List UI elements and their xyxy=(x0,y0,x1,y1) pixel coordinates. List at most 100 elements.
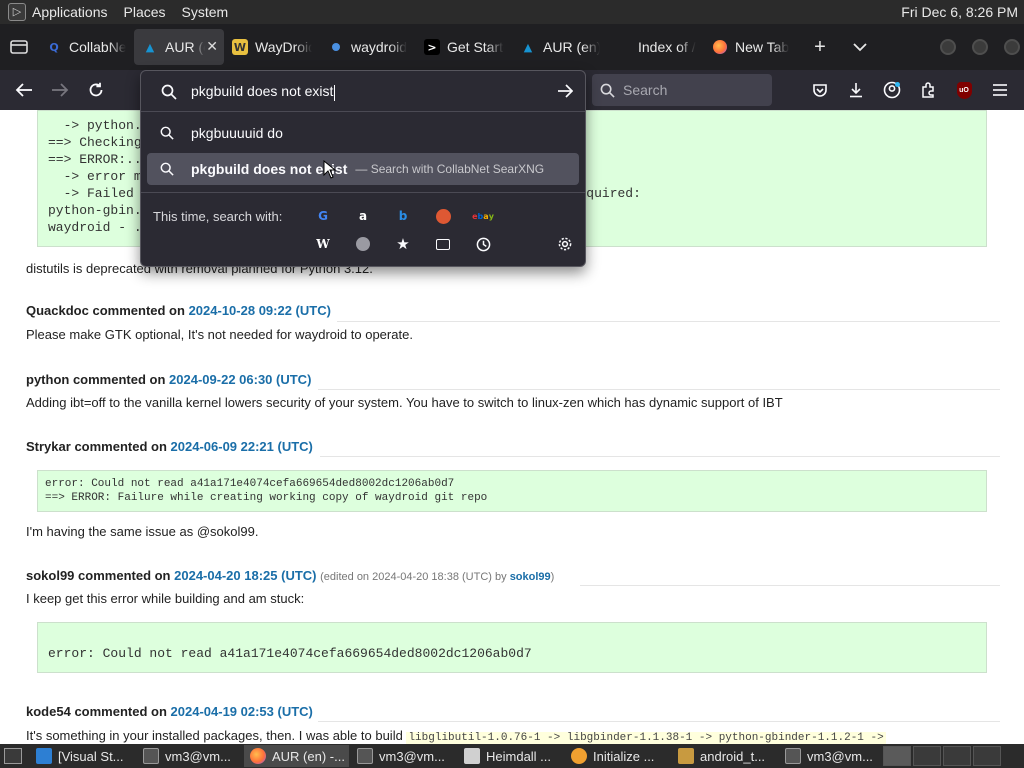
terminal-icon xyxy=(143,748,159,764)
comment-body: Adding ibt=off to the vanilla kernel low… xyxy=(26,395,783,410)
search-engine-hint: — Search with CollabNet SearXNG xyxy=(355,162,545,176)
searxng-icon[interactable] xyxy=(354,235,372,253)
comment-author[interactable]: Quackdoc xyxy=(26,303,89,318)
ublock-button[interactable]: uO xyxy=(952,78,976,102)
pocket-button[interactable] xyxy=(808,78,832,102)
workspace-3[interactable] xyxy=(943,746,971,766)
menu-system[interactable]: System xyxy=(182,4,229,20)
firefox-view-button[interactable] xyxy=(0,24,38,70)
tab-title: CollabNet xyxy=(69,39,126,55)
comment-author[interactable]: python xyxy=(26,372,69,387)
code-line: error: Could not read a41a171e4074cefa66… xyxy=(48,646,532,661)
comment-date-link[interactable]: 2024-10-28 09:22 (UTC) xyxy=(189,303,331,318)
taskbar-item[interactable]: [Visual St... xyxy=(30,745,135,767)
back-arrow-icon xyxy=(15,83,32,97)
clock-icon xyxy=(476,237,490,251)
tab-title: Get Started xyxy=(447,39,504,55)
search-icon xyxy=(600,83,615,98)
edited-by-link[interactable]: sokol99 xyxy=(510,571,551,583)
maximize-window-button[interactable] xyxy=(972,39,988,55)
tab-waydroid[interactable]: waydroid xyxy=(320,29,416,65)
taskbar-item[interactable]: vm3@vm... xyxy=(351,745,456,767)
close-tab-icon[interactable]: ✕ xyxy=(206,38,218,55)
code-block: error: Could not read a41a171e4074cefa66… xyxy=(37,470,987,512)
workspace-1[interactable] xyxy=(883,746,911,766)
bing-icon[interactable]: b xyxy=(394,207,412,225)
plus-icon: + xyxy=(814,35,826,58)
tab-get-started[interactable]: > Get Started xyxy=(416,29,512,65)
search-bar[interactable]: Search xyxy=(592,74,772,106)
firefox-view-icon xyxy=(10,40,28,54)
tabs-icon[interactable] xyxy=(434,235,452,253)
menu-applications[interactable]: Applications xyxy=(32,4,108,20)
clock[interactable]: Fri Dec 6, 8:26 PM xyxy=(901,4,1018,20)
collabnet-icon: Q xyxy=(49,40,59,54)
new-tab-button[interactable]: + xyxy=(800,24,840,70)
forward-button[interactable] xyxy=(48,78,72,102)
tab-collabnet[interactable]: Q CollabNet xyxy=(38,29,134,65)
code-line: ==> ERROR: Failure while creating workin… xyxy=(45,492,488,504)
url-query-text: pkgbuild does not exist xyxy=(191,83,334,100)
suggestion-row-selected[interactable]: pkgbuild do es not exist — Search with Co… xyxy=(147,153,579,185)
account-button[interactable] xyxy=(880,78,904,102)
tab-index-of[interactable]: Index of /pf xyxy=(608,29,704,65)
comment-verb: commented on xyxy=(74,704,167,719)
google-icon[interactable]: G xyxy=(314,207,332,225)
workspace-4[interactable] xyxy=(973,746,1001,766)
comment-verb: commented on xyxy=(72,372,166,387)
search-icon xyxy=(160,162,174,176)
popup-divider xyxy=(141,111,585,112)
downloads-button[interactable] xyxy=(844,78,868,102)
tab-title: waydroid xyxy=(351,39,408,55)
amazon-icon[interactable]: a xyxy=(354,207,372,225)
close-window-button[interactable] xyxy=(1004,39,1020,55)
tab-aur-active[interactable]: ▲ AUR (en) ✕ xyxy=(134,29,224,65)
tab-waydroid-docs[interactable]: W WayDroid xyxy=(224,29,320,65)
taskbar-item[interactable]: android_t... xyxy=(672,745,777,767)
back-button[interactable] xyxy=(12,78,36,102)
tab-new-tab[interactable]: New Tab xyxy=(704,29,800,65)
history-icon[interactable] xyxy=(474,235,492,253)
extensions-button[interactable] xyxy=(916,78,940,102)
comment-author[interactable]: kode54 xyxy=(26,704,71,719)
menu-button[interactable] xyxy=(988,78,1012,102)
bookmarks-icon[interactable]: ★ xyxy=(394,235,412,253)
arch-icon: ▲ xyxy=(523,40,533,54)
minimize-window-button[interactable] xyxy=(940,39,956,55)
suggestion-row[interactable]: pkgbuuuuid do xyxy=(147,117,579,149)
show-desktop-button[interactable] xyxy=(4,748,22,764)
edited-text: (edited on 2024-04-20 18:38 (UTC) by xyxy=(320,571,507,583)
taskbar-item[interactable]: Heimdall ... xyxy=(458,745,563,767)
comment-author[interactable]: sokol99 xyxy=(26,568,74,583)
search-settings-button[interactable] xyxy=(556,235,574,253)
tab-aur-2[interactable]: ▲ AUR (en) xyxy=(512,29,608,65)
taskbar-item[interactable]: Initialize ... xyxy=(565,745,670,767)
taskbar-item[interactable]: vm3@vm... xyxy=(137,745,242,767)
reload-button[interactable] xyxy=(84,78,108,102)
comment-date-link[interactable]: 2024-09-22 06:30 (UTC) xyxy=(169,372,311,387)
search-placeholder: Search xyxy=(623,82,668,98)
taskbar-item-active[interactable]: AUR (en) -... xyxy=(244,745,349,767)
chevron-down-icon xyxy=(853,43,867,52)
hamburger-menu-icon xyxy=(993,84,1007,96)
tab-title: WayDroid xyxy=(255,39,312,55)
comment-date-link[interactable]: 2024-04-20 18:25 (UTC) xyxy=(174,568,316,583)
terminal-logo-icon[interactable]: ▷ xyxy=(8,3,26,21)
taskbar-item-label: Heimdall ... xyxy=(486,748,552,764)
ebay-icon[interactable]: ebay xyxy=(472,207,494,225)
go-arrow-icon[interactable] xyxy=(557,83,573,99)
list-all-tabs-button[interactable] xyxy=(840,24,880,70)
comment-date-link[interactable]: 2024-04-19 02:53 (UTC) xyxy=(171,704,313,719)
forward-arrow-icon xyxy=(52,83,69,97)
taskbar-item[interactable]: vm3@vm... xyxy=(779,745,879,767)
menu-places[interactable]: Places xyxy=(124,4,166,20)
workspace-2[interactable] xyxy=(913,746,941,766)
duckduckgo-icon[interactable] xyxy=(434,207,452,225)
url-input[interactable]: pkgbuild does not exist xyxy=(147,75,581,109)
url-input-value[interactable]: pkgbuild does not exist xyxy=(191,83,336,101)
comment-author[interactable]: Strykar xyxy=(26,439,71,454)
wikipedia-icon[interactable]: W xyxy=(314,235,332,253)
ublock-origin-icon: uO xyxy=(956,81,972,99)
comment-date-link[interactable]: 2024-06-09 22:21 (UTC) xyxy=(171,439,313,454)
comment-divider xyxy=(318,721,1000,722)
